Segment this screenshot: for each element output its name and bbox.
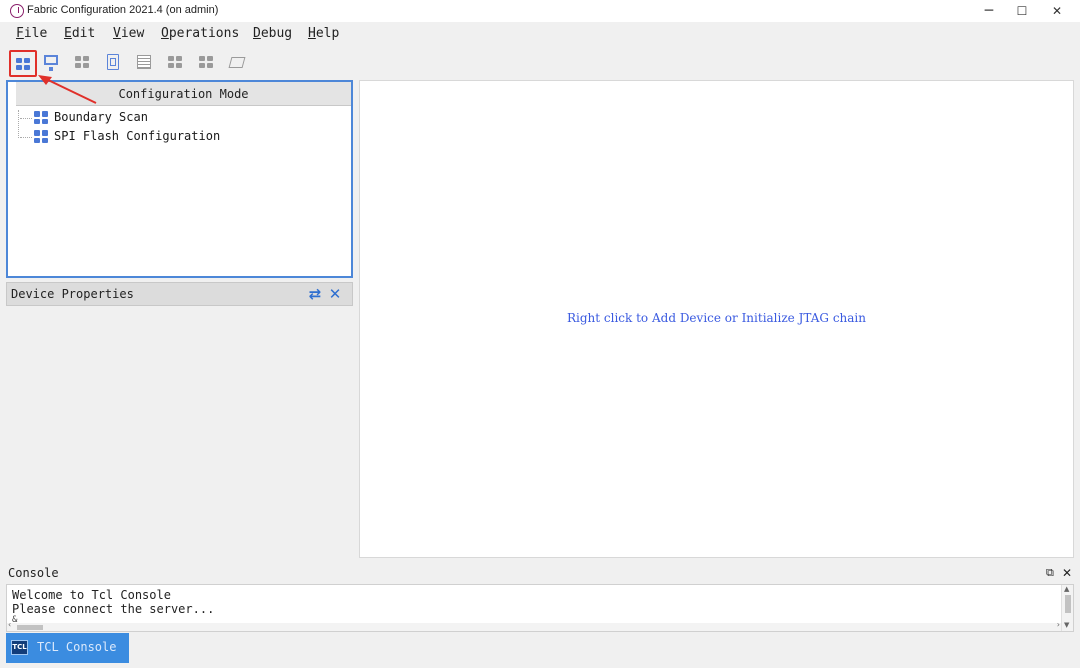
configuration-mode-icon	[16, 58, 30, 70]
grid-icon	[75, 56, 89, 68]
tree-guide-line	[18, 110, 19, 138]
menu-debug[interactable]: Debug	[253, 26, 292, 41]
toolbar-button-flash[interactable]	[226, 51, 250, 75]
scroll-up-icon[interactable]: ▲	[1064, 585, 1069, 593]
device-grid-icon	[34, 111, 48, 124]
toolbar-button-chain[interactable]	[164, 51, 188, 75]
console-output[interactable]: Welcome to Tcl Console Please connect th…	[6, 584, 1074, 632]
minimize-button[interactable]: ─	[972, 0, 1006, 22]
app-window: Fabric Configuration 2021.4 (on admin) ─…	[0, 0, 1080, 668]
tab-label: TCL Console	[37, 640, 117, 654]
annotation-arrow-icon	[38, 75, 97, 104]
toolbar-button-program[interactable]	[195, 51, 219, 75]
menu-edit[interactable]: Edit	[64, 26, 95, 41]
monitor-icon	[44, 55, 58, 71]
device-properties-header: Device Properties ⇄ ✕	[6, 282, 353, 306]
console-line: Welcome to Tcl Console	[12, 588, 171, 602]
toolbar	[0, 47, 1080, 79]
menu-bar: File Edit View Operations Debug Help	[0, 22, 1080, 46]
scroll-left-icon[interactable]: ‹	[8, 620, 11, 629]
tab-tcl-console[interactable]: TCL TCL Console	[6, 633, 129, 663]
console-vertical-scrollbar[interactable]: ▲ ▼	[1061, 585, 1073, 631]
tree-item-label: Boundary Scan	[54, 110, 148, 124]
console-line: Please connect the server...	[12, 602, 215, 616]
app-logo-icon	[10, 4, 24, 18]
canvas-hint-text: Right click to Add Device or Initialize …	[566, 311, 866, 325]
tree-item-spi-flash-configuration[interactable]: SPI Flash Configuration	[20, 128, 280, 146]
menu-file[interactable]: File	[16, 26, 47, 41]
maximize-button[interactable]: ☐	[1005, 0, 1039, 22]
chain-icon	[168, 56, 182, 68]
scrollbar-thumb[interactable]	[17, 625, 43, 630]
toolbar-button-layout[interactable]	[71, 51, 95, 75]
jtag-chain-canvas[interactable]: Right click to Add Device or Initialize …	[359, 80, 1074, 558]
menu-view[interactable]: View	[113, 26, 144, 41]
flash-icon	[228, 57, 246, 68]
program-icon	[199, 56, 213, 68]
close-icon[interactable]: ✕	[327, 285, 343, 303]
console-horizontal-scrollbar[interactable]: ‹ ›	[7, 620, 1061, 631]
configuration-mode-button[interactable]	[9, 50, 37, 77]
close-icon[interactable]: ✕	[1062, 566, 1074, 580]
scrollbar-thumb[interactable]	[1065, 595, 1071, 613]
restore-icon[interactable]: ⧉	[1046, 566, 1058, 580]
menu-help[interactable]: Help	[308, 26, 339, 41]
device-grid-icon	[34, 130, 48, 143]
console-title: Console	[8, 566, 59, 580]
menu-operations[interactable]: Operations	[161, 26, 239, 41]
window-title: Fabric Configuration 2021.4 (on admin)	[27, 4, 219, 16]
scroll-right-icon[interactable]: ›	[1057, 620, 1060, 629]
tcl-icon: TCL	[11, 640, 28, 655]
tree-item-boundary-scan[interactable]: Boundary Scan	[20, 109, 220, 127]
list-icon	[137, 55, 151, 69]
toolbar-button-monitor[interactable]	[40, 51, 64, 75]
title-bar: Fabric Configuration 2021.4 (on admin) ─…	[0, 0, 1080, 22]
toolbar-button-chip[interactable]	[102, 51, 126, 75]
close-button[interactable]: ✕	[1040, 0, 1074, 22]
chip-icon	[107, 54, 119, 70]
scroll-down-icon[interactable]: ▼	[1064, 621, 1069, 629]
device-properties-panel: Device Properties ⇄ ✕	[6, 282, 353, 558]
console-header: Console ⧉ ✕	[0, 563, 1080, 583]
bottom-tab-bar: TCL TCL Console	[0, 633, 1080, 668]
refresh-icon[interactable]: ⇄	[307, 285, 323, 303]
configuration-mode-panel: Configuration Mode Boundary Scan SPI Fla…	[6, 80, 353, 278]
toolbar-button-list[interactable]	[133, 51, 157, 75]
device-properties-title: Device Properties	[11, 287, 134, 301]
tree-item-label: SPI Flash Configuration	[54, 129, 221, 143]
